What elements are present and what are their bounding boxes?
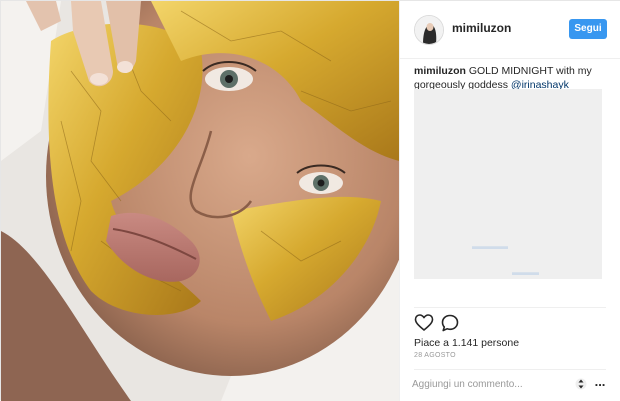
avatar-image (415, 16, 443, 44)
follow-button[interactable]: Segui (569, 19, 607, 39)
sort-arrows-icon[interactable] (575, 377, 587, 391)
caption-username[interactable]: mimiluzon (414, 65, 466, 77)
redacted-comments-block: ▬▬▬▬ ▬▬▬ (414, 89, 602, 279)
faded-text-fragment: ▬▬▬ (512, 267, 539, 277)
comment-input[interactable] (412, 375, 562, 393)
post-side-panel: mimiluzon Segui mimiluzon GOLD MIDNIGHT … (399, 1, 620, 401)
divider (414, 369, 606, 370)
faded-text-fragment: ▬▬▬▬ (472, 241, 508, 251)
post-photo[interactable] (1, 1, 399, 401)
speech-bubble-icon[interactable] (440, 313, 460, 333)
avatar[interactable] (414, 15, 444, 45)
divider (414, 307, 606, 308)
gold-mask-face-image (1, 1, 399, 401)
post-date[interactable]: 28 AGOSTO (414, 352, 456, 359)
instagram-post: mimiluzon Segui mimiluzon GOLD MIDNIGHT … (0, 0, 620, 401)
ellipsis-icon[interactable]: ... (593, 375, 607, 391)
username-link[interactable]: mimiluzon (452, 21, 511, 35)
likes-count[interactable]: Piace a 1.141 persone (414, 337, 519, 349)
post-header: mimiluzon Segui (400, 1, 620, 59)
heart-icon[interactable] (414, 313, 434, 333)
post-caption: mimiluzon GOLD MIDNIGHT with my gorgeous… (414, 64, 614, 92)
